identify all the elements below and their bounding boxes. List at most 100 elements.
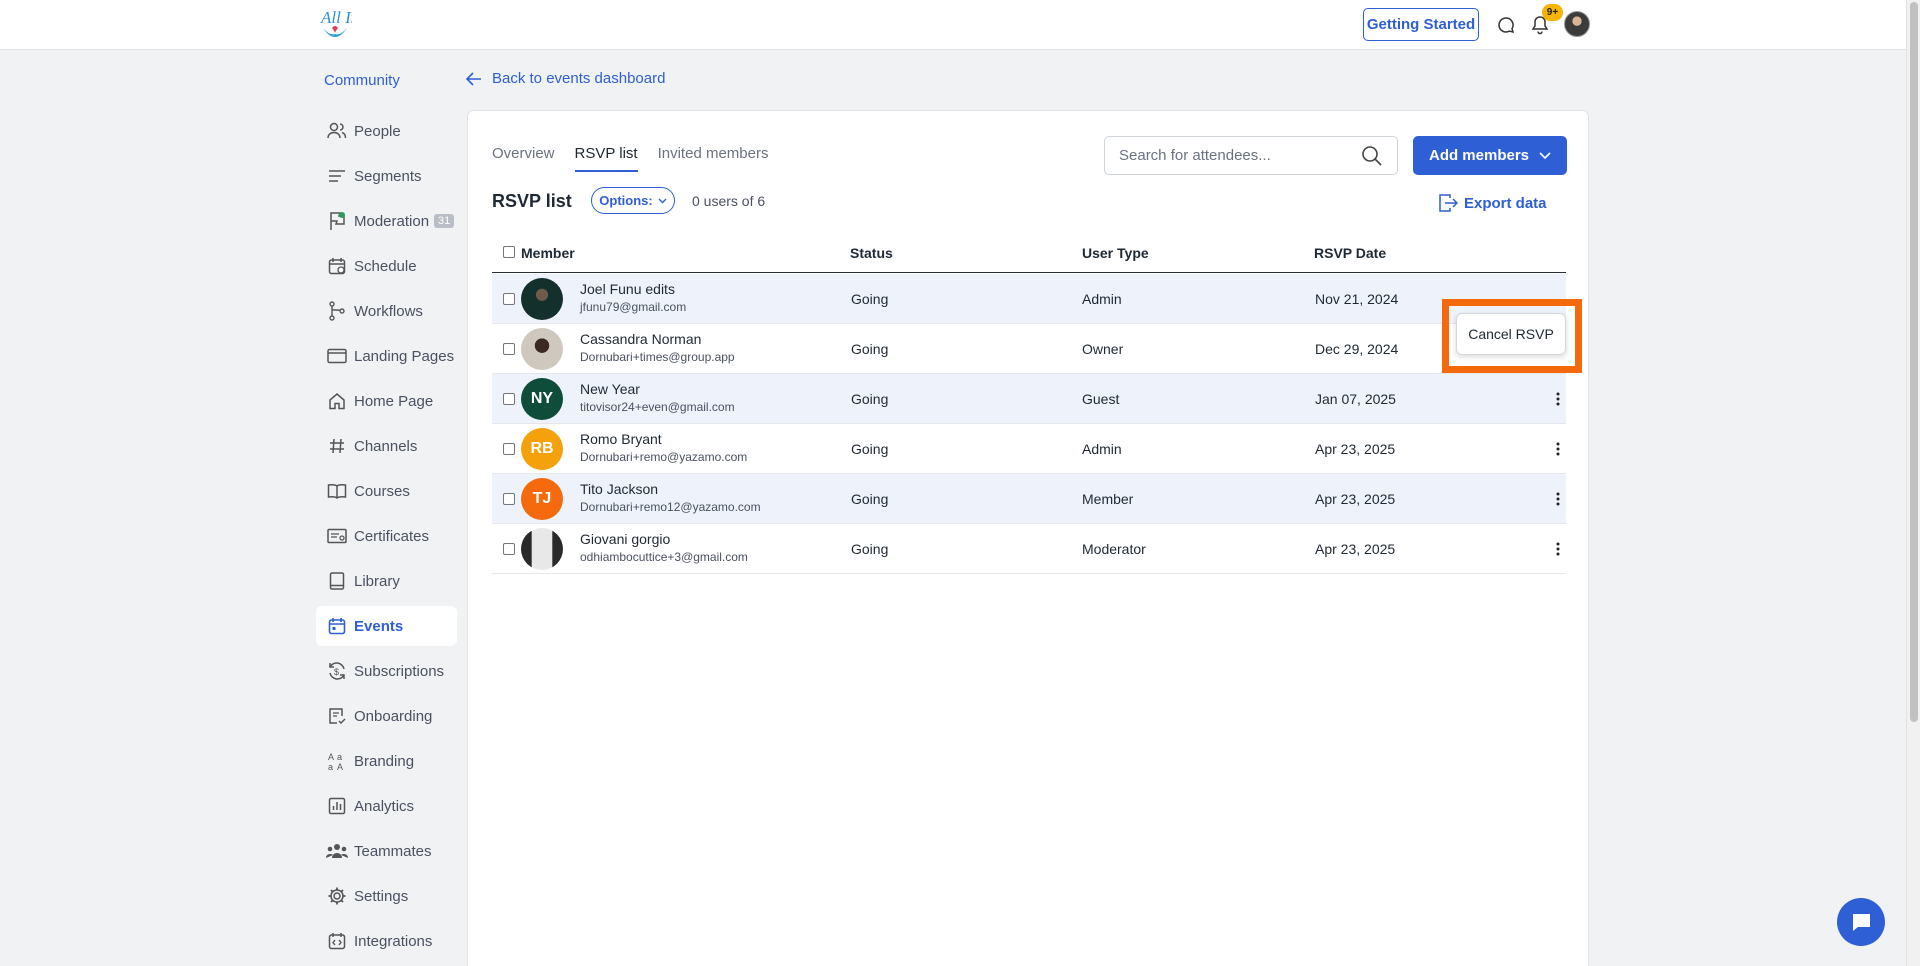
table-row[interactable]: NY New Year titovisor24+even@gmail.com G…: [492, 374, 1566, 424]
page-scrollbar[interactable]: [1906, 0, 1920, 966]
rsvp-date-cell: Nov 21, 2024: [1315, 291, 1399, 307]
member-name: Giovani gorgio: [580, 531, 671, 547]
row-actions-icon[interactable]: [1550, 540, 1566, 558]
analytics-icon: [326, 795, 348, 817]
avatar: TJ: [521, 478, 563, 520]
sidebar-item-onboarding[interactable]: Onboarding: [316, 696, 457, 736]
member-name: New Year: [580, 381, 640, 397]
row-checkbox[interactable]: [503, 493, 515, 505]
rsvp-date-cell: Apr 23, 2025: [1315, 491, 1396, 507]
sidebar-item-label: Teammates: [354, 842, 432, 860]
table-row[interactable]: Giovani gorgio odhiambocuttice+3@gmail.c…: [492, 524, 1566, 574]
event-tabs: Overview RSVP list Invited members: [492, 145, 788, 172]
sidebar-item-schedule[interactable]: Schedule: [316, 246, 457, 286]
row-actions-icon[interactable]: [1550, 440, 1566, 458]
tab-overview[interactable]: Overview: [492, 145, 555, 172]
sidebar-item-teammates[interactable]: Teammates: [316, 831, 457, 871]
row-checkbox[interactable]: [503, 393, 515, 405]
segments-icon: [326, 165, 348, 187]
sidebar-item-integrations[interactable]: Integrations: [316, 921, 457, 961]
table-header: Member Status User Type RSVP Date: [492, 231, 1566, 273]
member-email: odhiambocuttice+3@gmail.com: [580, 550, 748, 564]
table-row[interactable]: Joel Funu edits jfunu79@gmail.com Going …: [492, 274, 1566, 324]
community-link[interactable]: Community: [324, 72, 400, 89]
rsvp-list-title: RSVP list: [492, 191, 572, 211]
hash-icon: [326, 435, 348, 457]
export-icon: [1439, 194, 1458, 212]
sidebar-item-analytics[interactable]: Analytics: [316, 786, 457, 826]
sidebar-item-courses[interactable]: Courses: [316, 471, 457, 511]
user-avatar[interactable]: [1564, 11, 1590, 37]
scrollbar-thumb[interactable]: [1910, 2, 1918, 722]
avatar: NY: [521, 378, 563, 420]
search-icon[interactable]: [1361, 145, 1383, 167]
sidebar-item-people[interactable]: People: [316, 111, 457, 151]
events-calendar-icon: [326, 615, 348, 637]
sidebar-item-home-page[interactable]: Home Page: [316, 381, 457, 421]
row-actions-icon[interactable]: [1550, 490, 1566, 508]
row-checkbox[interactable]: [503, 343, 515, 355]
member-email: Dornubari+times@group.app: [580, 350, 735, 364]
user-type-cell: Guest: [1082, 391, 1120, 407]
column-status: Status: [850, 245, 893, 261]
svg-text:a: a: [337, 752, 342, 762]
cancel-rsvp-button[interactable]: Cancel RSVP: [1456, 313, 1566, 355]
add-members-button[interactable]: Add members: [1413, 136, 1567, 175]
sidebar-item-label: Courses: [354, 482, 410, 500]
sidebar-item-moderation[interactable]: Moderation 31: [316, 201, 457, 241]
subscriptions-icon: $: [326, 660, 348, 682]
tab-rsvp-list[interactable]: RSVP list: [574, 145, 638, 172]
user-type-cell: Owner: [1082, 341, 1124, 357]
getting-started-button[interactable]: Getting Started: [1363, 8, 1479, 41]
row-actions-icon[interactable]: [1550, 390, 1566, 408]
support-chat-button[interactable]: [1837, 898, 1885, 946]
avatar: [521, 278, 563, 320]
sidebar-item-label: Segments: [354, 167, 422, 185]
column-user-type: User Type: [1082, 245, 1149, 261]
app-logo[interactable]: All In: [318, 6, 352, 44]
onboarding-icon: [326, 705, 348, 727]
sidebar-item-workflows[interactable]: Workflows: [316, 291, 457, 331]
sidebar-item-events[interactable]: Events: [316, 606, 457, 646]
tab-invited-members[interactable]: Invited members: [658, 145, 769, 172]
sidebar-item-segments[interactable]: Segments: [316, 156, 457, 196]
gear-icon: [326, 885, 348, 907]
table-row[interactable]: TJ Tito Jackson Dornubari+remo12@yazamo.…: [492, 474, 1566, 524]
table-row[interactable]: Cassandra Norman Dornubari+times@group.a…: [492, 324, 1566, 374]
row-checkbox[interactable]: [503, 443, 515, 455]
member-email: Dornubari+remo@yazamo.com: [580, 450, 748, 464]
sidebar-item-channels[interactable]: Channels: [316, 426, 457, 466]
user-type-cell: Admin: [1082, 441, 1122, 457]
table-row[interactable]: RB Romo Bryant Dornubari+remo@yazamo.com…: [492, 424, 1566, 474]
select-all-checkbox[interactable]: [503, 246, 515, 258]
sidebar-item-settings[interactable]: Settings: [316, 876, 457, 916]
svg-text:A: A: [337, 762, 343, 771]
search-input[interactable]: [1119, 147, 1349, 164]
sidebar-item-label: Channels: [354, 437, 418, 455]
member-email: jfunu79@gmail.com: [580, 300, 687, 314]
export-data-button[interactable]: Export data: [1438, 193, 1547, 213]
member-email: Dornubari+remo12@yazamo.com: [580, 500, 761, 514]
avatar: RB: [521, 428, 563, 470]
svg-text:All In: All In: [320, 8, 352, 27]
sidebar-item-branding[interactable]: AaaA Branding: [316, 741, 457, 781]
row-checkbox[interactable]: [503, 543, 515, 555]
sidebar-item-certificates[interactable]: Certificates: [316, 516, 457, 556]
book-open-icon: [326, 480, 348, 502]
sidebar-item-label: Schedule: [354, 257, 417, 275]
moderation-count-badge: 31: [434, 214, 455, 228]
sidebar-item-library[interactable]: Library: [316, 561, 457, 601]
user-type-cell: Member: [1082, 491, 1134, 507]
sidebar-item-subscriptions[interactable]: $ Subscriptions: [316, 651, 457, 691]
back-to-events-link[interactable]: Back to events dashboard: [466, 70, 665, 87]
row-checkbox[interactable]: [503, 293, 515, 305]
certificate-icon: [326, 525, 348, 547]
user-type-cell: Moderator: [1082, 541, 1146, 557]
back-link-label: Back to events dashboard: [492, 70, 666, 87]
chat-icon[interactable]: [1493, 12, 1519, 38]
selected-users-count: 0 users of 6: [692, 193, 766, 209]
options-dropdown[interactable]: Options:: [591, 187, 675, 214]
member-name: Tito Jackson: [580, 481, 659, 497]
sidebar-item-landing-pages[interactable]: Landing Pages: [316, 336, 457, 376]
sidebar-item-label: People: [354, 122, 401, 140]
